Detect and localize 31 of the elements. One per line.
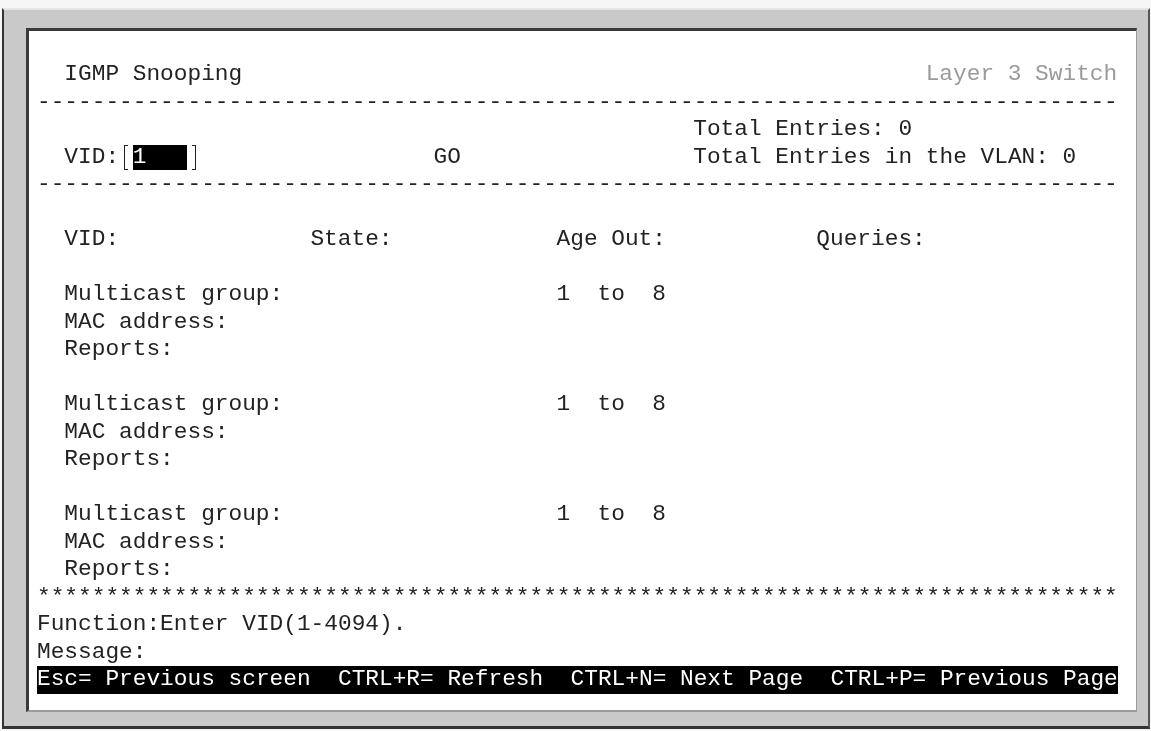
total-entries-text: Total Entries in the VLAN: 0: [693, 145, 1077, 169]
shortcut-hint: Esc= Previous screen: [37, 668, 311, 691]
column-label: State:: [310, 228, 393, 252]
column-label: Age Out:: [556, 228, 666, 252]
shortcut-hint: CTRL+P= Previous Page: [830, 668, 1118, 691]
screen-title: IGMP Snooping: [64, 63, 243, 87]
message-label: Message:: [37, 640, 147, 664]
field-label: MAC address:: [64, 420, 229, 444]
field-label: Multicast group:: [64, 393, 284, 417]
device-name: Layer 3 Switch: [925, 63, 1118, 87]
field-label: Multicast group:: [64, 283, 284, 307]
total-entries-text: Total Entries: 0: [693, 118, 913, 142]
asterisk-divider: *******************************************************************************: [37, 585, 1118, 609]
column-label: Queries:: [816, 228, 926, 252]
shortcut-hint: CTRL+N= Next Page: [570, 668, 804, 691]
range-text: 1 to 8: [556, 503, 666, 527]
column-label: VID:: [64, 228, 120, 252]
vid-label: VID:: [64, 145, 120, 169]
function-help-text: Function:Enter VID(1-4094).: [37, 613, 407, 637]
go-button[interactable]: GO: [433, 145, 461, 169]
field-label: MAC address:: [64, 530, 229, 554]
field-label: MAC address:: [64, 310, 229, 334]
dashed-divider: -------------------------------------------------------------------------------: [37, 90, 1118, 114]
field-label: Reports:: [64, 448, 174, 472]
field-label: Multicast group:: [64, 503, 284, 527]
range-text: 1 to 8: [556, 393, 666, 417]
dashed-divider: -------------------------------------------------------------------------------: [37, 173, 1118, 197]
field-label: Reports:: [64, 338, 174, 362]
range-text: 1 to 8: [556, 283, 666, 307]
shortcut-hint: CTRL+R= Refresh: [337, 668, 544, 691]
field-label: Reports:: [64, 558, 174, 582]
